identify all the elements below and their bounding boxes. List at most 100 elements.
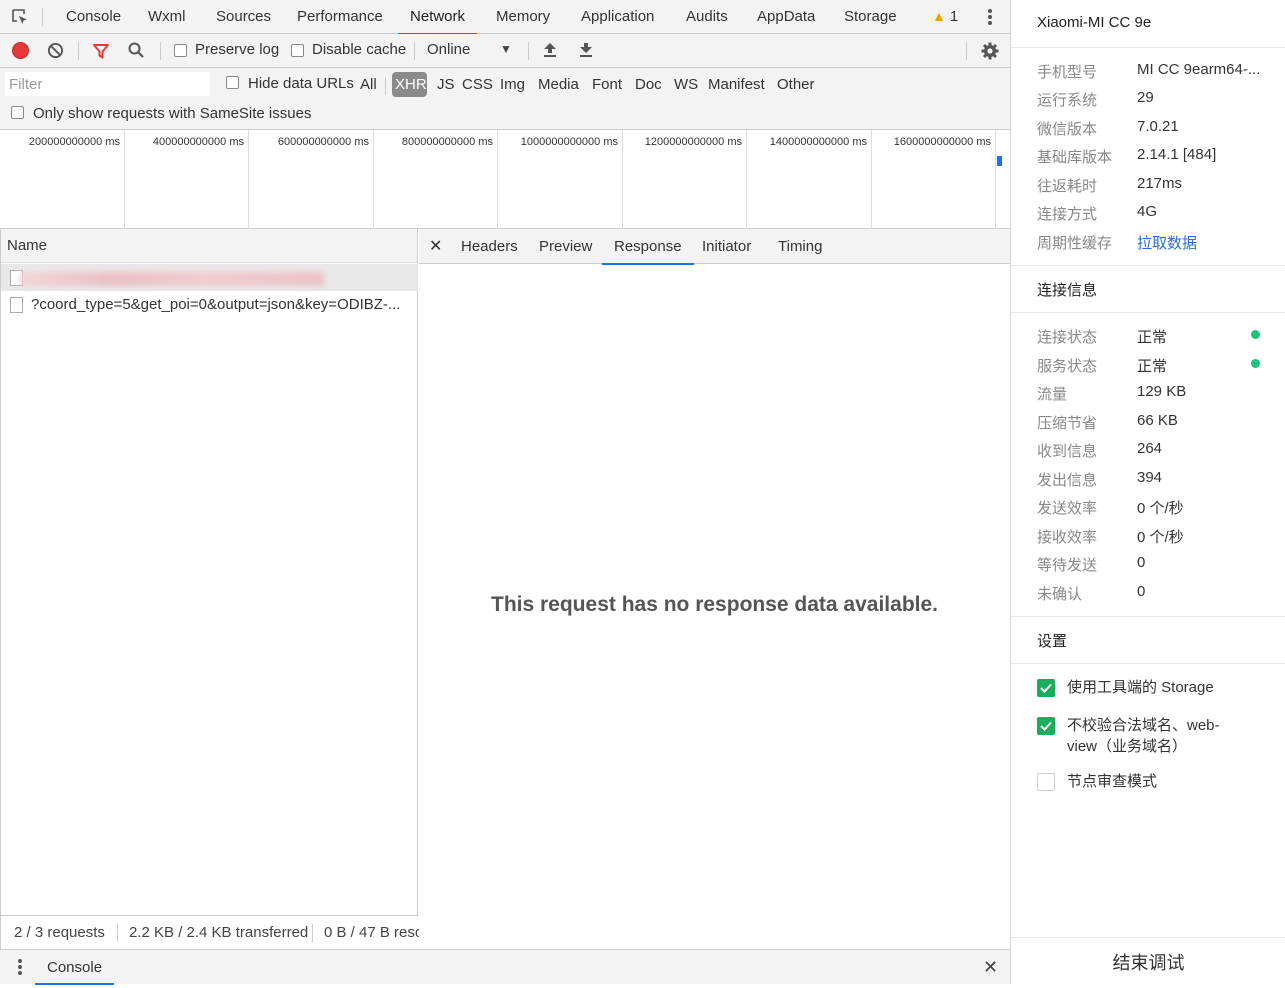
preserve-log-checkbox[interactable]	[174, 44, 187, 57]
search-icon[interactable]	[127, 41, 145, 59]
tab-memory[interactable]: Memory	[496, 0, 550, 34]
close-drawer-icon[interactable]: ✕	[983, 957, 998, 978]
end-debug-button[interactable]: 结束调试	[1011, 937, 1285, 984]
info-key: 基础库版本	[1037, 149, 1113, 166]
request-details-panel: ✕ Headers Preview Response Initiator Tim…	[419, 229, 1010, 949]
option-label-line2: view（业务域名）	[1067, 738, 1188, 755]
info-row-connection-type: 连接方式 4G	[1037, 203, 1277, 223]
conn-row-sent: 发出信息 394	[1037, 469, 1277, 489]
overview-tick-label: 800000000000 ms	[401, 136, 493, 148]
info-value: 4G	[1137, 203, 1158, 220]
file-icon	[10, 297, 23, 313]
request-list: Name ?coord_type=5&get_poi=0&output=json…	[0, 229, 419, 949]
type-filter-img[interactable]: Img	[497, 72, 528, 97]
warning-count: 1	[949, 8, 959, 25]
info-value: 394	[1137, 469, 1163, 486]
tab-sources[interactable]: Sources	[216, 0, 271, 34]
preserve-log-label[interactable]: Preserve log	[195, 41, 279, 58]
option-skip-domain-check[interactable]: 不校验合法域名、web- view（业务域名）	[1037, 715, 1277, 759]
record-icon[interactable]	[12, 42, 29, 59]
info-key: 流量	[1037, 386, 1068, 403]
info-row-periodic-cache: 周期性缓存 拉取数据	[1037, 232, 1277, 252]
overview-column: 200000000000 ms	[0, 130, 125, 229]
conn-row-service: 服务状态 正常	[1037, 355, 1277, 375]
tab-timing[interactable]: Timing	[778, 229, 822, 264]
request-row[interactable]: ?coord_type=5&get_poi=0&output=json&key=…	[1, 291, 418, 318]
export-har-icon[interactable]	[578, 41, 594, 59]
tab-initiator[interactable]: Initiator	[702, 229, 751, 264]
type-filter-css[interactable]: CSS	[459, 72, 496, 97]
disable-cache-label[interactable]: Disable cache	[312, 41, 406, 58]
overview-column: 1000000000000 ms	[498, 130, 623, 229]
conn-row-received: 收到信息 264	[1037, 440, 1277, 460]
close-icon[interactable]: ✕	[429, 236, 442, 256]
request-row[interactable]	[1, 264, 418, 291]
checkbox-checked[interactable]	[1037, 717, 1055, 735]
no-response-message: This request has no response data availa…	[491, 593, 938, 616]
drawer-menu-icon[interactable]	[17, 958, 23, 976]
resources-size: 0 B / 47 B resources	[324, 924, 419, 941]
tab-network[interactable]: Network	[397, 0, 478, 35]
drawer-tab-console[interactable]: Console	[34, 950, 115, 985]
tab-appdata[interactable]: AppData	[757, 0, 815, 34]
type-filter-ws[interactable]: WS	[671, 72, 701, 97]
type-filter-doc[interactable]: Doc	[632, 72, 665, 97]
overview-request-bar	[997, 156, 1002, 166]
tab-audits[interactable]: Audits	[686, 0, 728, 34]
info-key: 接收效率	[1037, 529, 1098, 546]
overview-timeline[interactable]: 200000000000 ms 400000000000 ms 60000000…	[0, 130, 1010, 229]
throttling-select[interactable]: Online	[427, 41, 470, 58]
chevron-down-icon[interactable]: ▼	[500, 42, 512, 56]
name-column-header[interactable]: Name	[1, 229, 417, 263]
status-ok-icon	[1251, 330, 1260, 339]
disable-cache-checkbox[interactable]	[291, 44, 304, 57]
toolbar-separator	[78, 42, 79, 60]
checkbox-checked[interactable]	[1037, 679, 1055, 697]
info-value: 0 个/秒	[1137, 500, 1184, 517]
warnings-counter[interactable]: ▲ 1	[932, 0, 958, 34]
filter-input[interactable]	[5, 72, 210, 96]
clear-icon[interactable]	[47, 42, 64, 59]
samesite-label[interactable]: Only show requests with SameSite issues	[33, 105, 311, 122]
overview-column: 1400000000000 ms	[747, 130, 872, 229]
info-value: 0	[1137, 583, 1146, 600]
tab-storage[interactable]: Storage	[844, 0, 897, 34]
overview-column: 1600000000000 ms	[872, 130, 996, 229]
option-label: 节点审查模式	[1067, 773, 1158, 790]
import-har-icon[interactable]	[542, 41, 558, 59]
type-filter-font[interactable]: Font	[589, 72, 625, 97]
hide-data-urls-checkbox[interactable]	[226, 76, 239, 89]
gear-icon[interactable]	[980, 41, 1000, 61]
info-key: 运行系统	[1037, 92, 1098, 109]
tab-headers[interactable]: Headers	[461, 229, 518, 264]
overview-tick-label: 1000000000000 ms	[520, 136, 618, 148]
filter-icon[interactable]	[92, 42, 110, 60]
info-key: 周期性缓存	[1037, 235, 1113, 252]
checkbox-unchecked[interactable]	[1037, 773, 1055, 791]
tab-wxml[interactable]: Wxml	[148, 0, 186, 34]
info-value: 0 个/秒	[1137, 529, 1184, 546]
request-count: 2 / 3 requests	[14, 924, 105, 941]
type-filter-media[interactable]: Media	[535, 72, 582, 97]
fetch-data-link[interactable]: 拉取数据	[1137, 232, 1267, 253]
hide-data-urls-label[interactable]: Hide data URLs	[248, 75, 354, 92]
type-filter-all[interactable]: All	[357, 72, 380, 97]
inspect-element-icon[interactable]	[10, 7, 30, 27]
tab-response[interactable]: Response	[602, 229, 694, 265]
request-name: ?coord_type=5&get_poi=0&output=json&key=…	[31, 296, 401, 313]
info-key: 手机型号	[1037, 64, 1098, 81]
info-key: 微信版本	[1037, 121, 1098, 138]
device-name: Xiaomi-MI CC 9e	[1037, 14, 1152, 31]
conn-row-unacked: 未确认 0	[1037, 583, 1277, 603]
more-options-icon[interactable]	[984, 8, 996, 26]
tab-application[interactable]: Application	[581, 0, 654, 34]
samesite-checkbox[interactable]	[11, 106, 24, 119]
tab-console[interactable]: Console	[66, 0, 121, 34]
type-filter-other[interactable]: Other	[774, 72, 818, 97]
type-filter-xhr[interactable]: XHR	[392, 72, 427, 97]
tab-preview[interactable]: Preview	[539, 229, 592, 264]
info-value: 129 KB	[1137, 383, 1187, 400]
type-filter-js[interactable]: JS	[434, 72, 458, 97]
type-filter-manifest[interactable]: Manifest	[705, 72, 768, 97]
tab-performance[interactable]: Performance	[297, 0, 383, 34]
